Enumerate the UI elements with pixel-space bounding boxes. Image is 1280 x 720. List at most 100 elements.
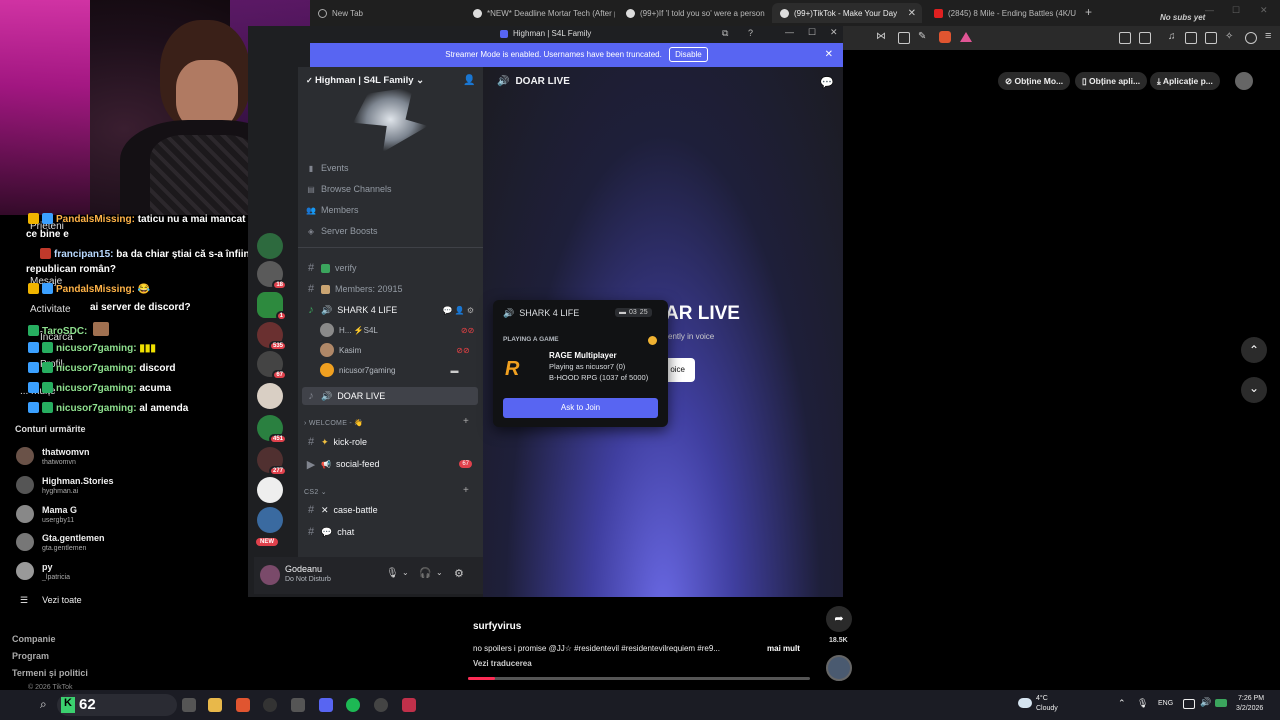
- file-explorer-icon[interactable]: [208, 698, 222, 712]
- see-all-link[interactable]: ☰ Vezi toate: [20, 595, 82, 606]
- voice-channel-shark[interactable]: ♪ 🔊 SHARK 4 LIFE 💬 👤 ⚙: [302, 301, 478, 319]
- desktop-app-link[interactable]: ⤓ Aplicație p...: [1150, 72, 1220, 90]
- settings-gear-icon[interactable]: ⚙: [454, 567, 464, 580]
- chevron-down-icon[interactable]: ⌄: [402, 568, 409, 577]
- taskbar-search[interactable]: K 62: [57, 694, 177, 716]
- following-item[interactable]: Mama G usergby11: [16, 503, 236, 531]
- add-channel-icon[interactable]: +: [463, 416, 469, 427]
- get-coins-link[interactable]: ⊘ Obține Mo...: [998, 72, 1071, 90]
- channel-social-feed[interactable]: ▶ 📢 social-feed 67: [302, 455, 478, 473]
- nav-events[interactable]: ▮ Events: [302, 159, 478, 177]
- tab-new-tab[interactable]: New Tab: [310, 3, 460, 23]
- steam-icon[interactable]: [263, 698, 277, 712]
- nav-members[interactable]: 👥 Members: [302, 201, 478, 219]
- menu-icon[interactable]: ≡: [1265, 30, 1271, 42]
- chat-bubble-icon[interactable]: 💬: [820, 76, 834, 89]
- server-name[interactable]: ✓ Highman | S4L Family ⌄: [306, 75, 424, 86]
- new-tab-button[interactable]: +: [1085, 5, 1092, 19]
- server-icon[interactable]: [257, 383, 283, 409]
- close-tab-icon[interactable]: ✕: [908, 8, 916, 19]
- cast-icon[interactable]: [1139, 32, 1151, 44]
- channel-actions[interactable]: 💬 👤 ⚙: [442, 306, 474, 315]
- username[interactable]: Godeanu: [285, 564, 322, 574]
- search-icon[interactable]: ⌕: [40, 697, 47, 712]
- battery-icon[interactable]: [1215, 699, 1227, 707]
- chevron-down-icon[interactable]: ⌄: [436, 568, 443, 577]
- footer-terms[interactable]: Termeni și politici: [12, 668, 88, 678]
- brave-rewards-icon[interactable]: [960, 32, 972, 42]
- volume-icon[interactable]: 🔊: [1200, 697, 1211, 708]
- channel-case-battle[interactable]: # ✕ case-battle: [302, 501, 478, 519]
- close-icon[interactable]: ✕: [825, 43, 833, 67]
- close-icon[interactable]: ✕: [1260, 5, 1268, 16]
- following-item[interactable]: py _lpatricia: [16, 560, 236, 588]
- clock-date[interactable]: 3/2/2026: [1236, 705, 1263, 712]
- chevron-up-icon[interactable]: ⌃: [1118, 698, 1126, 709]
- nav-server-boosts[interactable]: ◈ Server Boosts: [302, 222, 478, 240]
- brave-shield-icon[interactable]: [939, 31, 951, 43]
- category-cs2[interactable]: CS2 ⌄: [304, 488, 327, 496]
- screen-icon[interactable]: [898, 32, 910, 44]
- server-icon[interactable]: 67: [257, 351, 287, 380]
- server-icon[interactable]: 277: [257, 447, 287, 476]
- user-avatar[interactable]: [260, 565, 280, 585]
- server-icon[interactable]: 535: [257, 322, 287, 351]
- tab-tiktok[interactable]: (99+)TikTok - Make Your Day ✕: [772, 3, 922, 23]
- channel-chat[interactable]: # 💬 chat: [302, 523, 478, 541]
- disable-button[interactable]: Disable: [669, 47, 708, 62]
- microphone-icon[interactable]: 🎙: [386, 568, 399, 579]
- maximize-icon[interactable]: ☐: [808, 27, 816, 38]
- tab-told-you[interactable]: (99+)If 'I told you so' were a person: [618, 3, 768, 23]
- discord-taskbar-icon[interactable]: [319, 698, 333, 712]
- wallet-icon[interactable]: [1205, 32, 1217, 44]
- scroll-down-button[interactable]: ⌄: [1241, 377, 1267, 403]
- edit-icon[interactable]: ✎: [918, 31, 926, 42]
- minimize-icon[interactable]: —: [1205, 5, 1214, 15]
- footer-company[interactable]: Companie: [12, 634, 56, 644]
- tab-8-mile[interactable]: (2845) 8 Mile - Ending Battles (4K/U: [926, 3, 1076, 23]
- voice-channel-doar-live[interactable]: ♪ 🔊 DOAR LIVE: [302, 387, 478, 405]
- get-app-link[interactable]: ▯ Obține apli...: [1075, 72, 1148, 90]
- server-icon[interactable]: [257, 507, 283, 533]
- server-icon[interactable]: 18: [257, 261, 287, 290]
- extensions-icon[interactable]: [1119, 32, 1131, 44]
- close-icon[interactable]: ✕: [830, 27, 838, 38]
- following-item[interactable]: Gta.gentlemen gta.gentlemen: [16, 531, 236, 559]
- video-progress-bar[interactable]: [468, 677, 810, 680]
- sound-disc-avatar[interactable]: [826, 655, 852, 681]
- footer-program[interactable]: Program: [12, 651, 49, 661]
- music-icon[interactable]: ♫: [1168, 31, 1176, 42]
- ai-icon[interactable]: ✧: [1225, 31, 1233, 42]
- store-icon[interactable]: [291, 698, 305, 712]
- server-icon[interactable]: [257, 233, 283, 259]
- server-icon[interactable]: [257, 477, 283, 503]
- task-view-icon[interactable]: [182, 698, 196, 712]
- translate-link[interactable]: Vezi traducerea: [473, 659, 532, 668]
- more-link[interactable]: mai mult: [767, 644, 800, 653]
- channel-members-count[interactable]: # Members: 20915: [302, 280, 478, 298]
- scroll-up-button[interactable]: ⌃: [1241, 337, 1267, 363]
- minimize-icon[interactable]: —: [785, 27, 794, 37]
- video-author[interactable]: surfyvirus: [473, 621, 521, 632]
- following-item[interactable]: thatwomvn thatwomvn: [16, 445, 236, 473]
- profile-avatar[interactable]: [1235, 72, 1253, 90]
- display-icon[interactable]: [1183, 699, 1195, 709]
- following-item[interactable]: Highman.Stories hyghman.ai: [16, 474, 236, 502]
- voice-user[interactable]: H... ⚡S4L ⊘⊘: [320, 321, 474, 339]
- headphones-icon[interactable]: 🎧: [419, 568, 431, 579]
- voice-user[interactable]: nicusor7gaming ▬: [320, 361, 458, 379]
- channel-verify[interactable]: # verify: [302, 259, 478, 277]
- voice-user[interactable]: Kasim ⊘⊘: [320, 341, 470, 359]
- app-icon[interactable]: [402, 698, 416, 712]
- clock-time[interactable]: 7:26 PM: [1238, 695, 1264, 702]
- server-icon[interactable]: 451: [257, 415, 287, 444]
- nav-browse-channels[interactable]: ▤ Browse Channels: [302, 180, 478, 198]
- channel-kick-role[interactable]: # ✦ kick-role: [302, 433, 478, 451]
- sidebar-icon[interactable]: [1185, 32, 1197, 44]
- category-welcome[interactable]: › WELCOME - 👋: [304, 419, 363, 427]
- weather-temp[interactable]: 4°C: [1036, 695, 1048, 702]
- share-button[interactable]: ➦: [826, 606, 852, 632]
- add-member-icon[interactable]: 👤: [463, 75, 475, 86]
- server-icon[interactable]: 1: [257, 292, 287, 321]
- spotify-icon[interactable]: [346, 698, 360, 712]
